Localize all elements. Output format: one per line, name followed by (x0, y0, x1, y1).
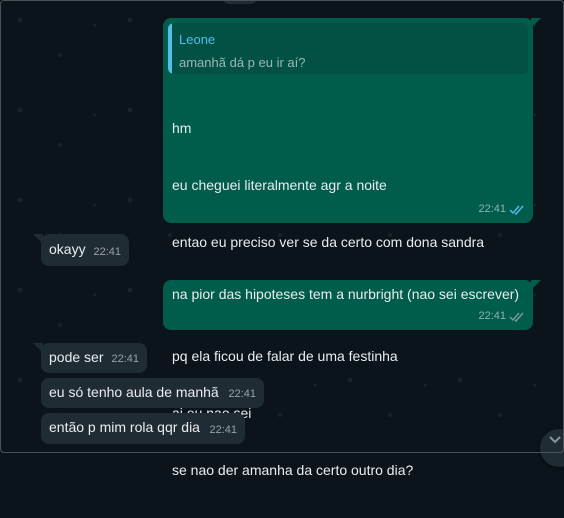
message-text: na pior das hipoteses tem a nurbright (n… (172, 286, 520, 302)
message-bubble-incoming[interactable]: okayy 22:41 (33, 234, 129, 266)
message-text: então p mim rola qqr dia (49, 419, 200, 435)
previous-message-edge (222, 0, 258, 4)
quoted-text: amanhã dá p eu ir aí? (179, 55, 306, 70)
message-text: pode ser (49, 349, 104, 365)
message-time: 22:41 (478, 203, 506, 215)
message-line: entao eu preciso ver se da certo com don… (172, 234, 485, 250)
message-time: 22:41 (228, 388, 256, 400)
message-time: 22:41 (111, 353, 139, 365)
message-text: eu só tenho aula de manhã (49, 384, 219, 400)
double-check-icon (509, 204, 525, 215)
message-time: 22:41 (93, 246, 121, 258)
message-time: 22:41 (478, 310, 506, 322)
message-bubble-incoming[interactable]: então p mim rola qqr dia 22:41 (41, 413, 245, 444)
bubble-tail (531, 280, 541, 290)
message-time: 22:41 (209, 424, 237, 436)
bubble-tail (531, 18, 541, 28)
message-bubble-incoming[interactable]: pode ser 22:41 (33, 343, 147, 373)
bubble-tail (33, 234, 43, 244)
quote-accent-bar (168, 23, 172, 74)
message-bubble-outgoing[interactable]: na pior das hipoteses tem a nurbright (n… (163, 280, 541, 330)
message-bubble-incoming[interactable]: eu só tenho aula de manhã 22:41 (41, 378, 264, 408)
chevron-down-icon (549, 436, 561, 444)
message-meta: 22:41 (478, 200, 525, 219)
message-line: pq ela ficou de falar de uma festinha (172, 348, 398, 364)
double-check-icon (509, 311, 525, 322)
message-text: okayy (49, 241, 86, 257)
message-meta: 22:41 (478, 307, 525, 326)
message-line: hm (172, 120, 192, 136)
scroll-to-bottom-button[interactable] (540, 429, 564, 467)
quoted-reply[interactable]: Leone amanhã dá p eu ir aí? (168, 23, 528, 74)
message-line: se nao der amanha da certo outro dia? (172, 462, 414, 478)
message-line: eu cheguei literalmente agr a noite (172, 177, 387, 193)
quoted-author: Leone (179, 32, 216, 47)
message-bubble-outgoing[interactable]: Leone amanhã dá p eu ir aí? hm eu chegue… (163, 18, 541, 478)
bubble-tail (33, 343, 43, 353)
